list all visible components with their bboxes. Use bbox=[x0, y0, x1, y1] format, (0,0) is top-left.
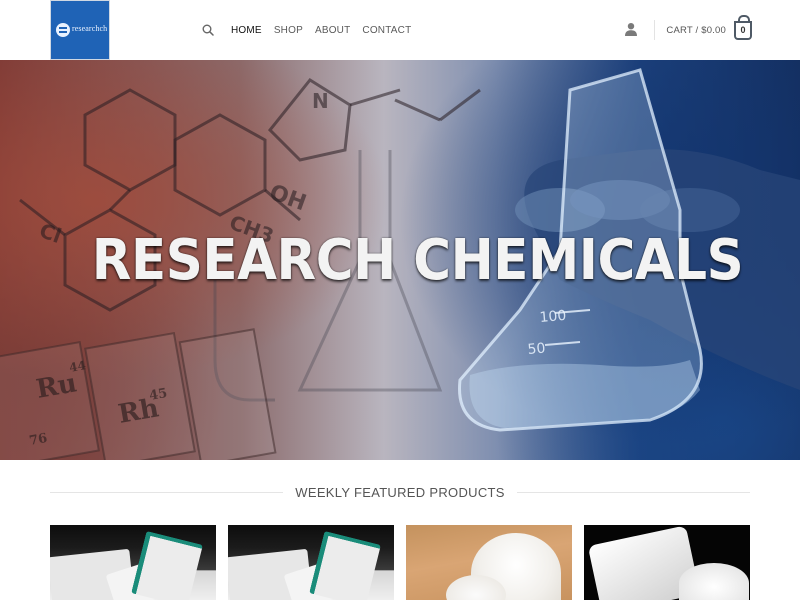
cart-link[interactable]: CART / $0.00 bbox=[666, 25, 726, 36]
element-76: 76 bbox=[28, 431, 48, 449]
product-grid bbox=[50, 525, 750, 600]
user-icon[interactable] bbox=[624, 22, 640, 38]
element-44: 44 bbox=[68, 358, 87, 375]
molecule-label-oh: OH bbox=[266, 180, 309, 216]
heading-rule-right bbox=[516, 491, 751, 493]
site-header: researchch HOME SHOP ABOUT CONTACT CART … bbox=[0, 0, 800, 60]
featured-heading: WEEKLY FEATURED PRODUCTS bbox=[50, 482, 751, 502]
logo-icon bbox=[56, 23, 70, 37]
beaker-mark-100: 100 bbox=[539, 308, 567, 326]
main-nav: HOME SHOP ABOUT CONTACT bbox=[200, 0, 416, 60]
product-card-1[interactable] bbox=[50, 525, 216, 600]
molecule-label-n: N bbox=[312, 89, 329, 113]
nav-contact[interactable]: CONTACT bbox=[362, 25, 411, 36]
hero-banner: N OH CH3 Cl Ru Rh 45 44 76 100 50 RESEAR… bbox=[0, 60, 800, 460]
hero-title: RESEARCH CHEMICALS bbox=[91, 228, 744, 293]
featured-title: WEEKLY FEATURED PRODUCTS bbox=[295, 484, 505, 500]
product-card-2[interactable] bbox=[228, 525, 394, 600]
product-card-3[interactable] bbox=[406, 525, 572, 600]
site-logo[interactable]: researchch bbox=[50, 0, 110, 60]
nav-about[interactable]: ABOUT bbox=[315, 25, 350, 36]
header-tools: CART / $0.00 0 bbox=[624, 0, 752, 60]
beaker-mark-50: 50 bbox=[527, 340, 546, 357]
heading-rule-left bbox=[50, 491, 284, 493]
search-icon[interactable] bbox=[200, 22, 216, 38]
header-divider bbox=[654, 20, 656, 40]
nav-home[interactable]: HOME bbox=[231, 25, 262, 36]
nav-shop[interactable]: SHOP bbox=[274, 25, 303, 36]
cart-count-badge[interactable]: 0 bbox=[734, 14, 752, 40]
logo-text: researchch bbox=[72, 24, 108, 33]
product-card-4[interactable] bbox=[584, 525, 750, 600]
element-45: 45 bbox=[148, 386, 168, 404]
